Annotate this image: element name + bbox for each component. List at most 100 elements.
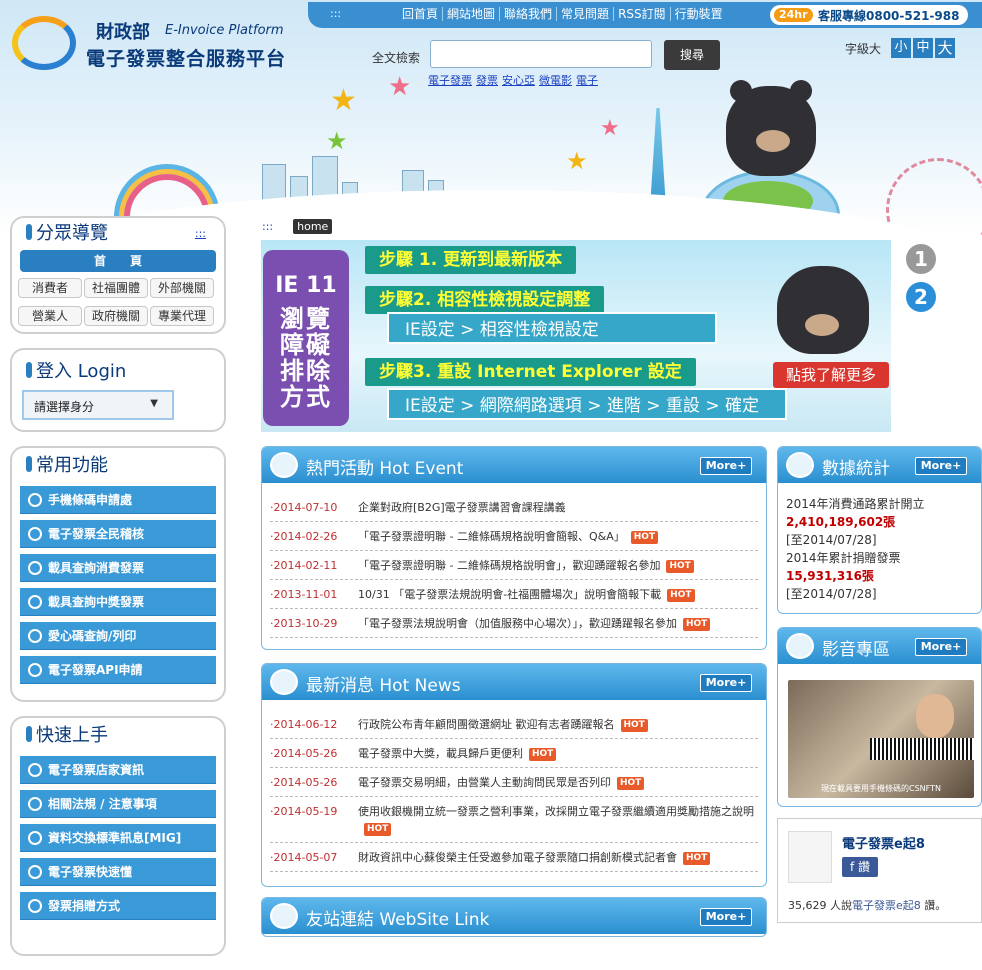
list-item[interactable]: ·2013-11-01 10/31 「電子發票法規說明會-社福團體場次」說明會簡報… [270,580,758,609]
function-label: 載具查詢中獎發票 [48,594,145,609]
banner-page-1[interactable]: 1 [906,244,936,274]
quick-store-info[interactable]: 電子發票店家資訊 [20,756,216,784]
facebook-page-avatar[interactable] [788,831,832,883]
ie11-banner[interactable]: IE 11 瀏覽障礙排除方式 步驟 1. 更新到最新版本 步驟2. 相容性檢視設… [261,240,891,432]
role-agent-button[interactable]: 專業代理 [150,306,214,326]
hot-event-list: ·2014-07-10 企業對政府[B2G]電子發票講習會課程講義 ·2014-0… [262,483,766,638]
header: ★ ★ ★ ★ ★ ::: 回首頁 網站地圖 聯絡我們 常見問題 RSS訂閱 行… [0,0,982,236]
keyword-link[interactable]: 微電影 [539,72,572,88]
item-title: 「電子發票證明聯 - 二維條碼規格說明會簡報、Q&A」 [358,530,625,543]
like-count-page[interactable]: 電子發票e起8 [852,899,921,912]
hotline-24hr-badge: 24hr [774,8,813,22]
stats-title: 數據統計 [822,459,890,479]
stats-label-donated: 2014年累計捐贈發票 [786,551,901,565]
common-functions-header: 常用功能 [12,450,224,482]
magnifier-icon [28,796,42,811]
stats-more-button[interactable]: More+ [915,457,967,475]
function-donation-code[interactable]: 愛心碼查詢/列印 [20,622,216,650]
breadcrumb-home[interactable]: home [293,219,333,234]
logo-ministry: 財政部 [96,22,150,43]
item-title: 電子發票中大獎，載具歸戶更便利 [358,747,523,760]
hot-badge: HOT [667,589,695,602]
breadcrumb-dots[interactable]: ::: [262,220,273,233]
list-item[interactable]: ·2013-10-29 「電子發票法規說明會（加值服務中心場次）」，歡迎踴躍報名參… [270,609,758,638]
list-item[interactable]: ·2014-05-07 財政資訊中心蘇俊榮主任受邀參加電子發票隨口捐創新模式記者會… [270,843,758,872]
quick-label: 電子發票店家資訊 [48,762,145,777]
top-link-rss[interactable]: RSS訂閱 [613,7,670,21]
magnifier-icon [28,560,42,575]
quick-regulations[interactable]: 相關法規 / 注意事項 [20,790,216,818]
font-size-small-button[interactable]: 小 [891,38,912,58]
function-carrier-invoices[interactable]: 載具查詢消費發票 [20,554,216,582]
audience-nav-header: 分眾導覽 ::: [12,218,224,250]
top-link-faq[interactable]: 常見問題 [556,7,613,21]
quick-label: 相關法規 / 注意事項 [48,796,157,811]
audience-nav-dots[interactable]: ::: [195,218,206,250]
ferris-wheel-illustration [886,158,982,236]
list-item[interactable]: ·2014-05-19 使用收銀機開立統一發票之營利事業，改採開立電子發票繼續適用… [270,797,758,843]
magnifier-icon [28,864,42,879]
top-link-sitemap[interactable]: 網站地圖 [442,7,499,21]
list-item[interactable]: ·2014-06-12 行政院公布青年顧問團徵選網址 歡迎有志者踴躍報名 HOT [270,710,758,739]
facebook-page-name[interactable]: 電子發票e起8 [842,833,925,852]
font-size-medium-button[interactable]: 中 [913,38,934,58]
star-decoration: ★ [326,127,348,155]
function-mobile-barcode[interactable]: 手機條碼申請處 [20,486,216,514]
function-carrier-winning[interactable]: 載具查詢中獎發票 [20,588,216,616]
hot-event-more-button[interactable]: More+ [700,457,752,475]
item-title: 行政院公布青年顧問團徵選網址 歡迎有志者踴躍報名 [358,718,615,731]
list-item[interactable]: ·2014-02-26 「電子發票證明聯 - 二維條碼規格說明會簡報、Q&A」 HO… [270,522,758,551]
banner-page-2[interactable]: 2 [906,282,936,312]
media-box: 影音專區 More+ 現在載具要用手機條碼的CSNFTN [777,627,982,807]
mascot-bear [726,80,816,176]
banner-learn-more-button[interactable]: 點我了解更多 [773,362,889,388]
website-link-more-button[interactable]: More+ [700,908,752,926]
banner-browser: IE 11 [275,273,337,298]
keyword-link[interactable]: 電子發票 [428,72,472,88]
keyword-link[interactable]: 安心亞 [502,72,535,88]
list-item[interactable]: ·2014-02-11 「電子發票證明聯 - 二維條碼規格說明會」，歡迎踴躍報名參… [270,551,758,580]
star-decoration: ★ [600,116,620,141]
list-item[interactable]: ·2014-05-26 電子發票中大獎，載具歸戶更便利 HOT [270,739,758,768]
font-size-control: 字級大 小 中 大 [845,38,956,58]
quick-donation[interactable]: 發票捐贈方式 [20,892,216,920]
magnifier-icon [28,830,42,845]
hot-news-more-button[interactable]: More+ [700,674,752,692]
video-thumbnail[interactable]: 現在載具要用手機條碼的CSNFTN [788,680,974,798]
search-input[interactable] [430,40,652,68]
identity-select[interactable]: 請選擇身分 ▼ [22,390,174,420]
keyword-link[interactable]: 發票 [476,72,498,88]
keyword-link[interactable]: 電子 [576,72,598,88]
stats-value-donated: 15,931,316張 [786,569,874,583]
top-link-home[interactable]: 回首頁 [398,7,442,21]
font-size-large-button[interactable]: 大 [935,38,956,58]
function-label: 電子發票API申請 [48,662,143,677]
quick-guide[interactable]: 電子發票快速懂 [20,858,216,886]
role-government-button[interactable]: 政府機關 [84,306,148,326]
accesskey-dots[interactable]: ::: [330,7,341,20]
role-business-button[interactable]: 營業人 [18,306,82,326]
common-functions-title: 常用功能 [36,455,108,476]
function-api[interactable]: 電子發票API申請 [20,656,216,684]
font-size-label: 字級大 [845,41,882,56]
facebook-like-button[interactable]: f 讚 [842,857,878,877]
magnifier-icon [28,628,42,643]
role-welfare-button[interactable]: 社福團體 [84,278,148,298]
facebook-like-label: 讚 [858,860,871,874]
quick-mig[interactable]: 資料交換標準訊息[MIG] [20,824,216,852]
role-external-agency-button[interactable]: 外部機關 [150,278,214,298]
top-link-contact[interactable]: 聯絡我們 [499,7,556,21]
stats-label-issued: 2014年消費通路累計開立 [786,497,925,511]
list-item[interactable]: ·2014-05-26 電子發票交易明細，由營業人主動詢問民眾是否列印 HOT [270,768,758,797]
site-logo[interactable]: 財政部 E-Invoice Platform 電子發票整合服務平台 [12,14,302,74]
list-item[interactable]: ·2014-07-10 企業對政府[B2G]電子發票講習會課程講義 [270,493,758,522]
function-label: 手機條碼申請處 [48,492,133,507]
media-more-button[interactable]: More+ [915,638,967,656]
top-link-mobile[interactable]: 行動裝置 [669,7,727,21]
function-audit[interactable]: 電子發票全民稽核 [20,520,216,548]
home-button[interactable]: 首 頁 [20,250,216,272]
common-functions-panel: 常用功能 手機條碼申請處 電子發票全民稽核 載具查詢消費發票 載具查詢中獎發票 … [10,446,226,702]
star-decoration: ★ [330,83,357,118]
role-consumer-button[interactable]: 消費者 [18,278,82,298]
search-button[interactable]: 搜尋 [664,40,720,70]
